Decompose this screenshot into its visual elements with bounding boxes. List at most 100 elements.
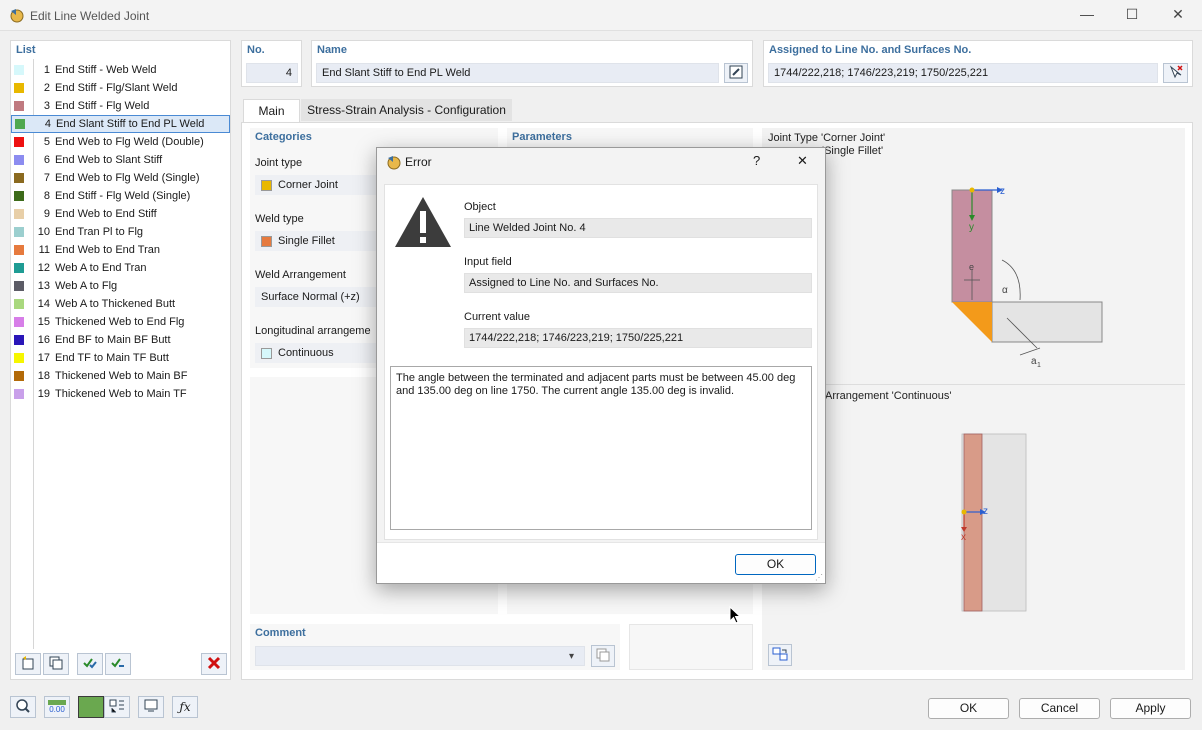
help-button[interactable] xyxy=(10,696,36,718)
list-item-color-swatch xyxy=(14,263,24,273)
list-item[interactable]: 16 End BF to Main BF Butt xyxy=(11,331,230,349)
list-item-number: 5 xyxy=(43,136,50,148)
arrangement-caption: al Arrangement 'Continuous' xyxy=(814,390,952,402)
list-item[interactable]: 19 Thickened Web to Main TF xyxy=(11,385,230,403)
axis-y-label: y xyxy=(969,222,974,233)
number-field[interactable]: 4 xyxy=(246,63,298,83)
list-item-number: 2 xyxy=(43,82,50,94)
list-header: List xyxy=(16,44,36,56)
weld-arrangement-label: Weld Arrangement xyxy=(255,269,346,281)
list-item[interactable]: 8 End Stiff - Flg Weld (Single) xyxy=(11,187,230,205)
list-item-color-swatch xyxy=(14,227,24,237)
list-item-number: 11 xyxy=(38,244,50,256)
list-item[interactable]: 17 End TF to Main TF Butt xyxy=(11,349,230,367)
footer-ok-button[interactable]: OK xyxy=(928,698,1009,719)
swap-view-button[interactable] xyxy=(768,644,792,666)
name-label: Name xyxy=(317,44,347,56)
color-button[interactable] xyxy=(78,696,104,718)
list-item[interactable]: 11 End Web to End Tran xyxy=(11,241,230,259)
list-item-color-swatch xyxy=(14,101,24,111)
list-item[interactable]: 13 Web A to Flg xyxy=(11,277,230,295)
list-item[interactable]: 7 End Web to Flg Weld (Single) xyxy=(11,169,230,187)
pick-lines-button[interactable] xyxy=(1163,63,1188,83)
joint-type-value: Corner Joint xyxy=(278,179,338,191)
assigned-field[interactable]: 1744/222,218; 1746/223,219; 1750/225,221 xyxy=(768,63,1158,83)
list-item-label: End Stiff - Flg Weld xyxy=(55,100,150,112)
help-icon xyxy=(15,698,31,717)
list-item-number: 6 xyxy=(43,154,50,166)
comment-copy-icon xyxy=(596,648,610,665)
close-window-button[interactable]: ✕ xyxy=(1168,6,1188,26)
footer-apply-button[interactable]: Apply xyxy=(1110,698,1191,719)
list-item-label: End Stiff - Flg Weld (Single) xyxy=(55,190,191,202)
list-item[interactable]: 4 End Slant Stiff to End PL Weld xyxy=(11,115,230,133)
parameters-header: Parameters xyxy=(512,131,572,143)
copy-item-button[interactable] xyxy=(43,653,69,675)
joint-type-caption: Joint Type 'Corner Joint' xyxy=(768,132,886,144)
dialog-help-button[interactable]: ? xyxy=(753,153,760,168)
list-item[interactable]: 6 End Web to Slant Stiff xyxy=(11,151,230,169)
list-item-label: End Slant Stiff to End PL Weld xyxy=(56,118,205,130)
comment-input[interactable] xyxy=(255,646,585,666)
list-item[interactable]: 12 Web A to End Tran xyxy=(11,259,230,277)
info-button[interactable] xyxy=(104,696,130,718)
formula-button[interactable]: ƒx xyxy=(172,696,198,718)
corner-joint-diagram: z y e α a 1 xyxy=(951,186,1103,369)
list-item-label: End Web to End Stiff xyxy=(55,208,157,220)
axis-z-label: z xyxy=(1000,186,1005,197)
info-icon xyxy=(109,698,125,717)
list-item-color-swatch xyxy=(14,191,24,201)
list-item-color-swatch xyxy=(14,209,24,219)
view-icon xyxy=(143,698,159,717)
pick-lines-icon xyxy=(1169,64,1183,82)
comment-side-area xyxy=(629,624,753,670)
check-all-button[interactable] xyxy=(77,653,103,675)
name-field[interactable]: End Slant Stiff to End PL Weld xyxy=(316,63,719,83)
list-item-label: Web A to Thickened Butt xyxy=(55,298,176,310)
assigned-label: Assigned to Line No. and Surfaces No. xyxy=(769,44,972,56)
list-item[interactable]: 15 Thickened Web to End Flg xyxy=(11,313,230,331)
units-button[interactable]: 0.00 xyxy=(44,696,70,718)
list-item[interactable]: 9 End Web to End Stiff xyxy=(11,205,230,223)
footer-cancel-button[interactable]: Cancel xyxy=(1019,698,1100,719)
error-message: The angle between the terminated and adj… xyxy=(390,366,812,530)
comment-dropdown-arrow[interactable]: ▾ xyxy=(569,651,574,662)
weld-type-caption: 'Single Fillet' xyxy=(822,145,884,157)
list-toolbar xyxy=(15,653,227,677)
list-item-number: 17 xyxy=(37,352,50,364)
weld-type-value: Single Fillet xyxy=(278,235,335,247)
tab-main[interactable]: Main xyxy=(243,99,300,123)
list-item-color-swatch xyxy=(14,317,24,327)
minimize-button[interactable]: — xyxy=(1077,6,1097,26)
list-item-number: 4 xyxy=(44,118,51,130)
list-item[interactable]: 1 End Stiff - Web Weld xyxy=(11,61,230,79)
edit-name-button[interactable] xyxy=(724,63,748,83)
list-item[interactable]: 2 End Stiff - Flg/Slant Weld xyxy=(11,79,230,97)
list-item-number: 14 xyxy=(37,298,50,310)
list-item[interactable]: 14 Web A to Thickened Butt xyxy=(11,295,230,313)
new-item-button[interactable] xyxy=(15,653,41,675)
list-item-label: Web A to Flg xyxy=(55,280,118,292)
check-selected-button[interactable] xyxy=(105,653,131,675)
dialog-ok-button[interactable]: OK xyxy=(735,554,816,575)
list-item[interactable]: 5 End Web to Flg Weld (Double) xyxy=(11,133,230,151)
list-item-color-swatch xyxy=(15,119,25,129)
list-item-number: 8 xyxy=(43,190,50,202)
assigned-panel: Assigned to Line No. and Surfaces No. 17… xyxy=(763,40,1193,87)
maximize-button[interactable]: ☐ xyxy=(1122,6,1142,26)
list-item[interactable]: 10 End Tran Pl to Flg xyxy=(11,223,230,241)
list-item[interactable]: 3 End Stiff - Flg Weld xyxy=(11,97,230,115)
comment-copy-button[interactable] xyxy=(591,645,615,667)
list-item[interactable]: 18 Thickened Web to Main BF xyxy=(11,367,230,385)
view-button[interactable] xyxy=(138,696,164,718)
list-item-color-swatch xyxy=(14,173,24,183)
copy-item-icon xyxy=(48,655,64,674)
comment-panel: Comment ▾ xyxy=(250,624,620,670)
tab-stress-strain[interactable]: Stress-Strain Analysis - Configuration xyxy=(301,99,512,121)
dialog-close-button[interactable]: ✕ xyxy=(797,153,808,169)
delete-button[interactable] xyxy=(201,653,227,675)
list-item-number: 12 xyxy=(37,262,50,274)
dialog-resize-grip[interactable]: ⋰ xyxy=(815,573,823,582)
joint-type-swatch xyxy=(261,179,272,191)
list-item-label: End BF to Main BF Butt xyxy=(55,334,171,346)
